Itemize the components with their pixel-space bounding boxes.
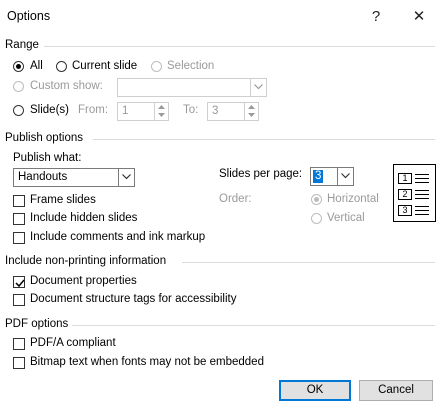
bitmap-text-label[interactable]: Bitmap text when fonts may not be embedd… (30, 356, 264, 368)
pdfa-label[interactable]: PDF/A compliant (30, 337, 116, 349)
order-horizontal-radio[interactable] (311, 194, 322, 205)
slides-per-page-value: 3 (313, 170, 324, 183)
include-comments-checkbox[interactable] (13, 232, 25, 244)
range-slides-label[interactable]: Slide(s) (30, 104, 69, 116)
dialog-title: Options (7, 9, 51, 23)
structure-tags-label[interactable]: Document structure tags for accessibilit… (30, 293, 236, 305)
publish-separator (93, 139, 435, 140)
spin-arrows-icon (248, 105, 255, 117)
publish-what-dropdown[interactable]: Handouts (13, 168, 135, 187)
range-section-label: Range (5, 39, 39, 51)
frame-slides-label[interactable]: Frame slides (30, 194, 96, 206)
range-custom-show-radio[interactable] (13, 81, 24, 92)
range-current-slide-radio[interactable] (56, 61, 67, 72)
cancel-button[interactable]: Cancel (359, 380, 433, 401)
checkmark-icon (15, 279, 25, 288)
range-from-label: From: (78, 104, 109, 116)
ok-button[interactable]: OK (279, 380, 351, 401)
range-slides-radio[interactable] (13, 105, 24, 116)
document-properties-checkbox[interactable] (13, 276, 25, 288)
range-from-spinner[interactable]: 1 (117, 102, 169, 121)
non-printing-separator (182, 262, 435, 263)
include-hidden-label[interactable]: Include hidden slides (30, 212, 137, 224)
publish-section-label: Publish options (5, 132, 83, 144)
slides-per-page-dropdown-button[interactable] (337, 168, 353, 185)
range-to-spinner[interactable]: 3 (207, 102, 259, 121)
range-custom-show-label: Custom show: (30, 80, 103, 92)
pdf-section-label: PDF options (5, 318, 69, 330)
chevron-down-icon (122, 174, 131, 180)
pdf-separator (72, 325, 435, 326)
preview-slide-2: 2 (398, 189, 412, 200)
order-horizontal-label: Horizontal (327, 193, 379, 205)
order-label: Order: (219, 193, 252, 205)
range-from-value: 1 (122, 105, 129, 117)
range-to-spin-buttons[interactable] (244, 103, 258, 120)
structure-tags-checkbox[interactable] (13, 294, 25, 306)
range-all-label[interactable]: All (30, 60, 43, 72)
document-properties-label[interactable]: Document properties (30, 275, 137, 287)
help-button[interactable]: ? (361, 4, 391, 30)
include-hidden-checkbox[interactable] (13, 213, 25, 225)
non-printing-section-label: Include non-printing information (5, 255, 167, 267)
slides-per-page-dropdown[interactable]: 3 (310, 167, 354, 186)
range-selection-label: Selection (167, 60, 215, 72)
publish-what-value: Handouts (18, 171, 68, 183)
range-from-spin-buttons[interactable] (154, 103, 168, 120)
preview-slide-1: 1 (398, 173, 412, 184)
range-to-value: 3 (212, 105, 219, 117)
range-all-radio[interactable] (13, 61, 24, 72)
publish-what-dropdown-button[interactable] (118, 169, 134, 186)
range-separator (44, 46, 435, 47)
range-to-label: To: (183, 104, 199, 116)
range-selection-radio[interactable] (151, 61, 162, 72)
range-current-slide-label[interactable]: Current slide (72, 60, 137, 72)
bitmap-text-checkbox[interactable] (13, 357, 25, 369)
frame-slides-checkbox[interactable] (13, 195, 25, 207)
close-button[interactable]: ✕ (404, 4, 434, 30)
order-vertical-label: Vertical (327, 212, 365, 224)
custom-show-dropdown-button[interactable] (250, 79, 266, 96)
publish-what-label: Publish what: (13, 152, 82, 164)
preview-slide-3: 3 (398, 205, 412, 216)
pdfa-checkbox[interactable] (13, 338, 25, 350)
handout-preview: 1 2 3 (393, 164, 436, 222)
chevron-down-icon (341, 173, 350, 179)
preview-lines-icon (415, 174, 429, 215)
chevron-down-icon (254, 84, 263, 90)
include-comments-label[interactable]: Include comments and ink markup (30, 231, 205, 243)
spin-arrows-icon (158, 105, 165, 117)
order-vertical-radio[interactable] (311, 213, 322, 224)
custom-show-dropdown[interactable] (117, 78, 267, 97)
slides-per-page-label: Slides per page: (219, 168, 303, 180)
